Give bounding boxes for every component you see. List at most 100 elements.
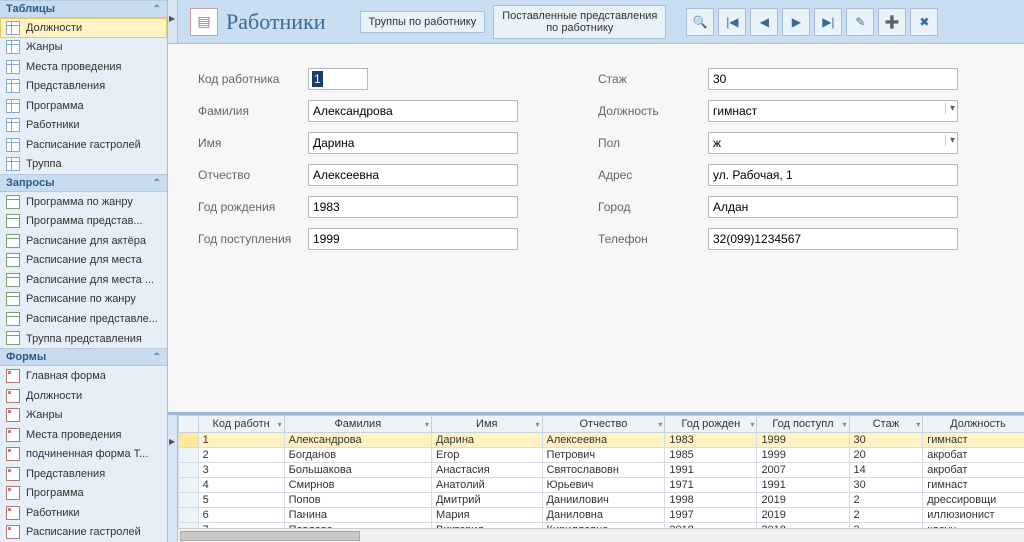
nav-item[interactable]: Жанры <box>0 405 167 425</box>
close-button[interactable]: ✖ <box>910 8 938 36</box>
table-row[interactable]: 2БогдановЕгорПетрович1985199920акробатму… <box>179 448 1024 463</box>
cell[interactable]: Дарина <box>431 433 542 448</box>
prev-record-button[interactable]: ◀ <box>750 8 778 36</box>
cell[interactable]: 2 <box>198 448 284 463</box>
cell[interactable]: 1971 <box>665 478 757 493</box>
cell[interactable]: 2007 <box>757 463 849 478</box>
input-tel[interactable] <box>708 228 958 250</box>
nav-item[interactable]: Работники <box>0 503 167 523</box>
cell[interactable]: дрессировщи <box>923 493 1024 508</box>
nav-item[interactable]: Программа <box>0 96 167 116</box>
row-header[interactable] <box>179 478 199 493</box>
column-header[interactable]: Стаж▾ <box>849 416 923 433</box>
datasheet-record-selector[interactable] <box>168 415 178 542</box>
nav-item[interactable]: Расписание представле... <box>0 309 167 329</box>
cell[interactable]: Петрович <box>542 448 665 463</box>
nav-item[interactable]: Расписание для места <box>0 251 167 271</box>
input-otch[interactable] <box>308 164 518 186</box>
record-selector-bar[interactable] <box>168 0 178 43</box>
cell[interactable]: Даниилович <box>542 493 665 508</box>
nav-group-header[interactable]: Таблицы⌃ <box>0 0 167 18</box>
cell[interactable]: 4 <box>198 478 284 493</box>
next-record-button[interactable]: ▶ <box>782 8 810 36</box>
nav-item[interactable]: Расписание для места ... <box>0 270 167 290</box>
cell[interactable]: 1985 <box>665 448 757 463</box>
nav-group-header[interactable]: Запросы⌃ <box>0 174 167 192</box>
nav-item[interactable]: Программа <box>0 483 167 503</box>
cell[interactable]: Смирнов <box>284 478 431 493</box>
nav-item[interactable]: Расписание гастролей <box>0 135 167 155</box>
nav-item[interactable]: Работники <box>0 116 167 136</box>
nav-item[interactable]: Труппа <box>0 155 167 175</box>
edit-button[interactable]: ✎ <box>846 8 874 36</box>
cell[interactable]: 2019 <box>757 493 849 508</box>
cell[interactable]: 14 <box>849 463 923 478</box>
cell[interactable]: 1998 <box>665 493 757 508</box>
column-header[interactable]: Год рожден▾ <box>665 416 757 433</box>
cell[interactable]: Юрьевич <box>542 478 665 493</box>
nav-item[interactable]: Представления <box>0 464 167 484</box>
search-button[interactable]: 🔍 <box>686 8 714 36</box>
cell[interactable]: иллюзионист <box>923 508 1024 523</box>
table-row[interactable]: 4СмирновАнатолийЮрьевич1971199130гимнаст… <box>179 478 1024 493</box>
input-god-p[interactable] <box>308 228 518 250</box>
input-god-r[interactable] <box>308 196 518 218</box>
column-header[interactable]: Имя▾ <box>431 416 542 433</box>
cell[interactable]: гимнаст <box>923 433 1024 448</box>
dropdown-icon[interactable]: ▾ <box>916 420 920 429</box>
table-row[interactable]: 1АлександроваДаринаАлексеевна1983199930г… <box>179 433 1024 448</box>
table-row[interactable]: 6ПанинаМарияДаниловна199720192иллюзионис… <box>179 508 1024 523</box>
cell[interactable]: Дмитрий <box>431 493 542 508</box>
cell[interactable]: Анатолий <box>431 478 542 493</box>
column-header[interactable]: Фамилия▾ <box>284 416 431 433</box>
input-fam[interactable] <box>308 100 518 122</box>
nav-item[interactable]: Места проведения <box>0 57 167 77</box>
cell[interactable]: 2 <box>849 508 923 523</box>
scrollbar-thumb[interactable] <box>180 531 360 541</box>
input-stazh[interactable] <box>708 68 958 90</box>
dropdown-icon[interactable]: ▾ <box>536 420 540 429</box>
last-record-button[interactable]: ▶| <box>814 8 842 36</box>
row-header[interactable] <box>179 508 199 523</box>
cell[interactable]: гимнаст <box>923 478 1024 493</box>
horizontal-scrollbar[interactable] <box>178 528 1024 542</box>
cell[interactable]: Алексеевна <box>542 433 665 448</box>
column-header[interactable]: Отчество▾ <box>542 416 665 433</box>
select-pol[interactable] <box>708 132 958 154</box>
input-imya[interactable] <box>308 132 518 154</box>
select-dolzh[interactable] <box>708 100 958 122</box>
btn-troupes-by-worker[interactable]: Труппы по работнику <box>360 11 486 33</box>
cell[interactable]: 1999 <box>757 433 849 448</box>
table-row[interactable]: 3БольшаковаАнастасияСвятославовн19912007… <box>179 463 1024 478</box>
first-record-button[interactable]: |◀ <box>718 8 746 36</box>
nav-item[interactable]: подчиненная форма Т... <box>0 444 167 464</box>
cell[interactable]: 1999 <box>757 448 849 463</box>
nav-group-header[interactable]: Формы⌃ <box>0 348 167 366</box>
nav-item[interactable]: Жанры <box>0 38 167 58</box>
nav-item[interactable]: Расписание для актёра <box>0 231 167 251</box>
column-header[interactable]: Год поступл▾ <box>757 416 849 433</box>
row-header[interactable] <box>179 433 199 448</box>
input-adres[interactable] <box>708 164 958 186</box>
cell[interactable]: 2 <box>849 493 923 508</box>
cell[interactable]: Панина <box>284 508 431 523</box>
cell[interactable]: Святославовн <box>542 463 665 478</box>
cell[interactable]: Мария <box>431 508 542 523</box>
dropdown-icon[interactable]: ▾ <box>843 420 847 429</box>
cell[interactable]: Попов <box>284 493 431 508</box>
dropdown-icon[interactable]: ▾ <box>658 420 662 429</box>
cell[interactable]: Богданов <box>284 448 431 463</box>
column-header[interactable]: Код работн▾ <box>198 416 284 433</box>
nav-item[interactable]: Программа по жанру <box>0 192 167 212</box>
cell[interactable]: 1 <box>198 433 284 448</box>
row-header[interactable] <box>179 493 199 508</box>
cell[interactable]: акробат <box>923 463 1024 478</box>
datasheet-table[interactable]: Код работн▾Фамилия▾Имя▾Отчество▾Год рожд… <box>178 415 1024 538</box>
column-header[interactable]: Должность▾ <box>923 416 1024 433</box>
table-row[interactable]: 5ПоповДмитрийДаниилович199820192дрессиро… <box>179 493 1024 508</box>
cell[interactable]: Егор <box>431 448 542 463</box>
cell[interactable]: Даниловна <box>542 508 665 523</box>
cell[interactable]: Большакова <box>284 463 431 478</box>
nav-item[interactable]: Должности <box>0 18 167 38</box>
dropdown-icon[interactable]: ▾ <box>425 420 429 429</box>
